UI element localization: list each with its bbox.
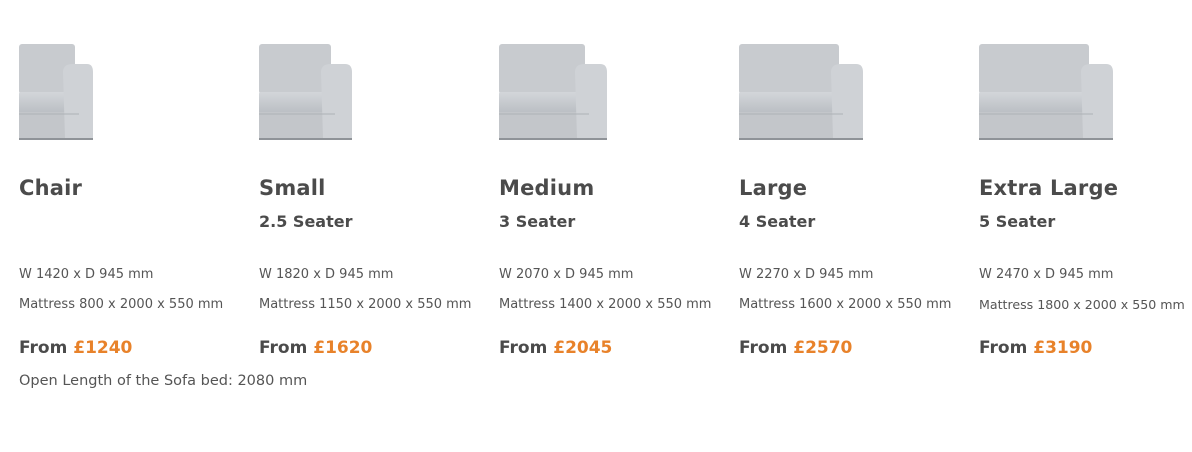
product-title: Extra Large: [979, 176, 1119, 200]
sofa-image: [259, 44, 352, 140]
price-value: £2045: [553, 338, 613, 358]
product-subtitle: 4 Seater: [739, 212, 816, 231]
product-mattress-size: Mattress 1800 x 2000 x 550 mm: [979, 297, 1185, 312]
price-prefix: From: [19, 338, 68, 358]
sofa-thumbnail-extra-large[interactable]: [979, 42, 1115, 142]
sofa-thumbnail-small[interactable]: [259, 42, 354, 142]
product-title: Small: [259, 176, 326, 200]
price-prefix: From: [499, 338, 548, 358]
price-prefix: From: [259, 338, 308, 358]
sofa-image: [979, 44, 1113, 140]
price-value: £1620: [313, 338, 373, 358]
price-value: £3190: [1033, 338, 1093, 358]
product-title: Large: [739, 176, 808, 200]
product-price: From £2570: [739, 338, 852, 358]
product-subtitle: 2.5 Seater: [259, 212, 353, 231]
price-value: £2570: [793, 338, 853, 358]
product-dimensions: W 1820 x D 945 mm: [259, 267, 394, 282]
product-mattress-size: Mattress 1600 x 2000 x 550 mm: [739, 297, 952, 312]
sofa-image: [19, 44, 93, 140]
product-dimensions: W 2270 x D 945 mm: [739, 267, 874, 282]
price-value: £1240: [73, 338, 133, 358]
product-price: From £1240: [19, 338, 132, 358]
product-card-extra-large[interactable]: Extra Large 5 Seater W 2470 x D 945 mm M…: [979, 0, 1185, 452]
product-mattress-size: Mattress 1400 x 2000 x 550 mm: [499, 297, 712, 312]
product-subtitle: 3 Seater: [499, 212, 576, 231]
product-dimensions: W 2470 x D 945 mm: [979, 267, 1114, 282]
product-dimensions: W 2070 x D 945 mm: [499, 267, 634, 282]
product-subtitle: 5 Seater: [979, 212, 1056, 231]
sofa-thumbnail-chair[interactable]: [19, 42, 94, 142]
price-prefix: From: [979, 338, 1028, 358]
price-prefix: From: [739, 338, 788, 358]
product-card-medium[interactable]: Medium 3 Seater W 2070 x D 945 mm Mattre…: [499, 0, 719, 452]
open-length-note: Open Length of the Sofa bed: 2080 mm: [19, 373, 308, 389]
sofa-thumbnail-large[interactable]: [739, 42, 865, 142]
product-price: From £2045: [499, 338, 612, 358]
sofa-image: [739, 44, 863, 140]
product-price: From £3190: [979, 338, 1092, 358]
product-dimensions: W 1420 x D 945 mm: [19, 267, 154, 282]
product-card-large[interactable]: Large 4 Seater W 2270 x D 945 mm Mattres…: [739, 0, 959, 452]
product-mattress-size: Mattress 800 x 2000 x 550 mm: [19, 297, 224, 312]
product-title: Medium: [499, 176, 595, 200]
sofa-thumbnail-medium[interactable]: [499, 42, 609, 142]
sofa-image: [499, 44, 607, 140]
product-price: From £1620: [259, 338, 372, 358]
product-mattress-size: Mattress 1150 x 2000 x 550 mm: [259, 297, 472, 312]
product-title: Chair: [19, 176, 83, 200]
